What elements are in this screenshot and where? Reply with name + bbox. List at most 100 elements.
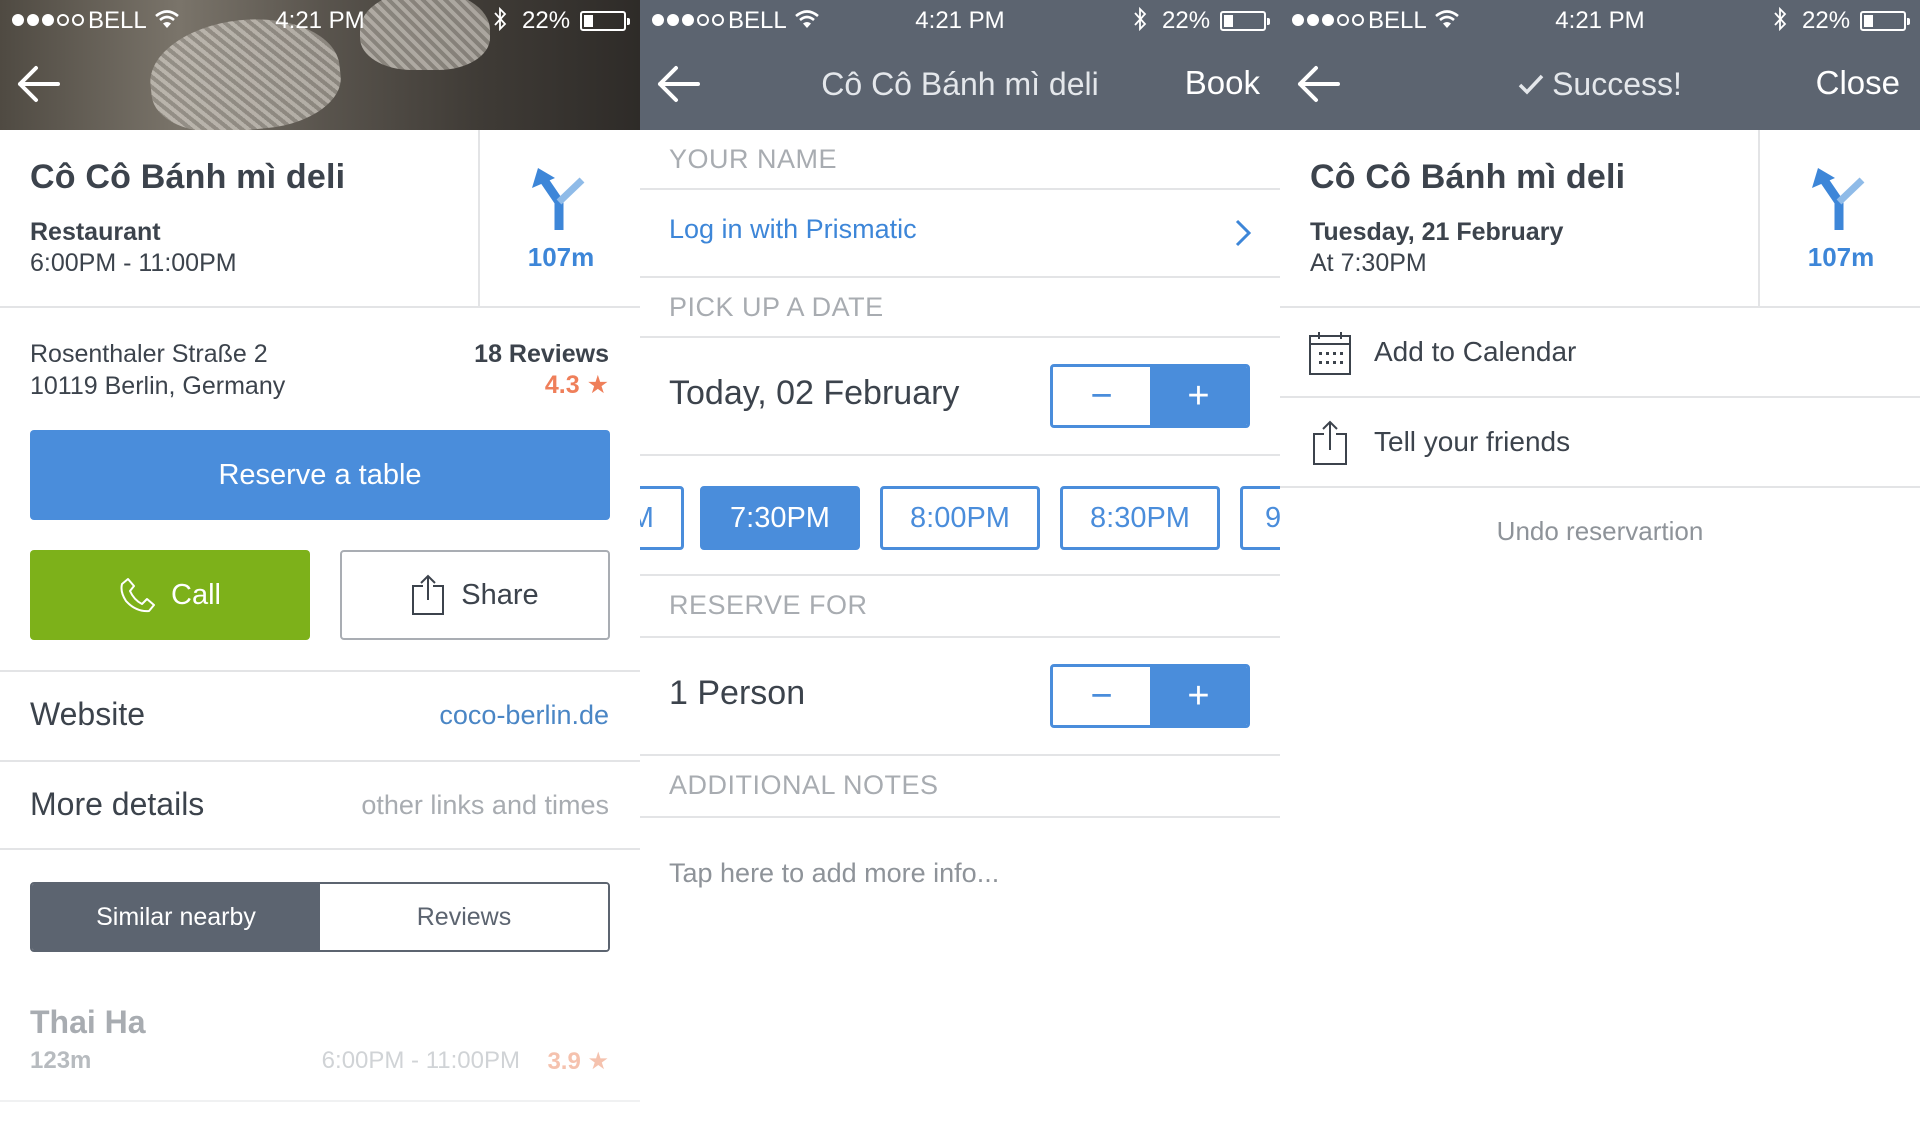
tab-reviews[interactable]: Reviews bbox=[320, 884, 608, 950]
restaurant-name: Cô Cô Bánh mì deli bbox=[1310, 158, 1626, 196]
call-label: Call bbox=[171, 578, 221, 611]
share-button[interactable]: Share bbox=[340, 550, 610, 640]
share-icon bbox=[1313, 420, 1347, 465]
rating-value: 4.3 bbox=[544, 371, 580, 399]
time-option[interactable]: 7:00PM bbox=[640, 486, 684, 550]
status-bar: BELL 4:21 PM 22% bbox=[0, 0, 640, 40]
battery-percent: 22% bbox=[1802, 7, 1851, 34]
status-bar: BELL 4:21 PM 22% bbox=[1280, 0, 1920, 40]
party-stepper: − + bbox=[1050, 664, 1250, 728]
add-to-calendar-label: Add to Calendar bbox=[1374, 336, 1577, 367]
more-details-label: More details bbox=[30, 786, 205, 822]
website-label: Website bbox=[30, 696, 146, 732]
tell-friends-label: Tell your friends bbox=[1374, 426, 1571, 457]
website-row[interactable]: Website coco-berlin.de bbox=[0, 670, 640, 760]
segmented-control: Similar nearby Reviews bbox=[30, 882, 610, 952]
reserve-table-button[interactable]: Reserve a table bbox=[30, 430, 610, 520]
login-label: Log in with Prismatic bbox=[669, 214, 917, 244]
date-stepper: − + bbox=[1050, 364, 1250, 428]
restaurant-detail-screen: BELL 4:21 PM 22% Cô Cô Bánh mì deli Rest… bbox=[0, 0, 640, 1136]
party-increment-button[interactable]: + bbox=[1150, 667, 1247, 725]
opening-hours: 6:00PM - 11:00PM bbox=[30, 249, 237, 277]
section-header-date: PICK UP A DATE bbox=[640, 276, 1280, 338]
date-decrement-button[interactable]: − bbox=[1053, 367, 1150, 425]
party-size-row: 1 Person − + bbox=[640, 638, 1280, 756]
bluetooth-icon bbox=[1774, 6, 1787, 32]
book-button[interactable]: Book bbox=[1185, 64, 1260, 102]
star-icon: ★ bbox=[587, 1048, 609, 1075]
success-label: Success! bbox=[1552, 66, 1682, 102]
booking-screen: BELL 4:21 PM 22% Cô Cô Bánh mì deli Book… bbox=[640, 0, 1280, 1136]
divider bbox=[0, 1100, 640, 1102]
reservation-summary: Cô Cô Bánh mì deli Tuesday, 21 February … bbox=[1280, 130, 1920, 308]
nearby-hours: 6:00PM - 11:00PM bbox=[321, 1047, 520, 1074]
restaurant-name: Cô Cô Bánh mì deli bbox=[30, 158, 346, 196]
time-option[interactable]: 9:00PM bbox=[1240, 486, 1280, 550]
star-icon: ★ bbox=[586, 371, 609, 399]
bluetooth-icon bbox=[494, 6, 507, 32]
date-row: Today, 02 February − + bbox=[640, 338, 1280, 456]
section-header-notes: ADDITIONAL NOTES bbox=[640, 756, 1280, 818]
confirmation-screen: BELL 4:21 PM 22% Success! Close Cô Cô Bá… bbox=[1280, 0, 1920, 1136]
restaurant-info: Cô Cô Bánh mì deli Restaurant 6:00PM - 1… bbox=[0, 130, 640, 308]
chevron-right-icon bbox=[1235, 219, 1252, 247]
section-header-label: ADDITIONAL NOTES bbox=[669, 770, 939, 800]
directions-button[interactable]: 107m bbox=[478, 130, 640, 306]
nearby-rating: 3.9 ★ bbox=[547, 1047, 609, 1076]
calendar-icon bbox=[1309, 332, 1351, 375]
party-size-value: 1 Person bbox=[669, 674, 805, 713]
nearby-name[interactable]: Thai Ha bbox=[30, 1004, 146, 1041]
close-button[interactable]: Close bbox=[1816, 64, 1900, 102]
reviews-count[interactable]: 18 Reviews bbox=[474, 340, 609, 369]
undo-reservation-link[interactable]: Undo reservartion bbox=[1280, 516, 1920, 547]
share-icon bbox=[412, 574, 445, 615]
distance-label: 107m bbox=[1807, 242, 1875, 272]
date-value: Today, 02 February bbox=[669, 374, 959, 413]
battery-percent: 22% bbox=[1162, 7, 1211, 34]
reservation-date: Tuesday, 21 February bbox=[1310, 218, 1564, 246]
section-header-your-name: YOUR NAME bbox=[640, 130, 1280, 190]
section-header-label: YOUR NAME bbox=[669, 144, 838, 174]
directions-icon bbox=[532, 168, 585, 230]
section-header-label: RESERVE FOR bbox=[669, 590, 868, 620]
time-picker: 7:00PM 7:30PM 8:00PM 8:30PM 9:00PM bbox=[640, 456, 1280, 576]
battery-percent: 22% bbox=[522, 7, 571, 34]
address-line2: 10119 Berlin, Germany bbox=[30, 372, 286, 400]
notes-input[interactable]: Tap here to add more info... bbox=[669, 858, 999, 889]
distance-label: 107m bbox=[527, 242, 595, 272]
address-line1: Rosenthaler Straße 2 bbox=[30, 340, 268, 368]
battery-icon bbox=[580, 11, 630, 31]
rating: 4.3 ★ bbox=[545, 370, 609, 400]
date-day: Today bbox=[669, 374, 758, 412]
more-details-value: other links and times bbox=[361, 790, 609, 820]
nearby-rating-value: 3.9 bbox=[547, 1048, 581, 1075]
section-header-label: PICK UP A DATE bbox=[669, 292, 884, 322]
status-bar: BELL 4:21 PM 22% bbox=[640, 0, 1280, 40]
website-link[interactable]: coco-berlin.de bbox=[439, 700, 609, 731]
directions-button[interactable]: 107m bbox=[1758, 130, 1920, 306]
nearby-distance: 123m bbox=[30, 1047, 92, 1074]
share-label: Share bbox=[461, 578, 539, 611]
login-row[interactable]: Log in with Prismatic bbox=[640, 190, 1280, 276]
add-to-calendar-row[interactable]: Add to Calendar bbox=[1280, 308, 1920, 398]
section-header-reserve-for: RESERVE FOR bbox=[640, 576, 1280, 638]
time-option[interactable]: 8:00PM bbox=[880, 486, 1040, 550]
call-button[interactable]: Call bbox=[30, 550, 310, 640]
reservation-time: At 7:30PM bbox=[1310, 249, 1427, 277]
tell-friends-row[interactable]: Tell your friends bbox=[1280, 398, 1920, 488]
party-decrement-button[interactable]: − bbox=[1053, 667, 1150, 725]
battery-icon bbox=[1860, 11, 1910, 31]
time-option[interactable]: 8:30PM bbox=[1060, 486, 1220, 550]
tab-similar-nearby[interactable]: Similar nearby bbox=[32, 884, 320, 950]
date-rest: , 02 February bbox=[757, 374, 960, 412]
time-option-selected[interactable]: 7:30PM bbox=[700, 486, 860, 550]
date-increment-button[interactable]: + bbox=[1150, 367, 1247, 425]
directions-icon bbox=[1812, 168, 1865, 230]
person-count: 1 bbox=[669, 674, 688, 712]
more-details-row[interactable]: More details other links and times bbox=[0, 760, 640, 850]
person-label: Person bbox=[697, 674, 806, 712]
bluetooth-icon bbox=[1134, 6, 1147, 32]
phone-icon bbox=[120, 578, 156, 613]
back-arrow-icon[interactable] bbox=[14, 62, 64, 106]
restaurant-type: Restaurant bbox=[30, 218, 161, 246]
